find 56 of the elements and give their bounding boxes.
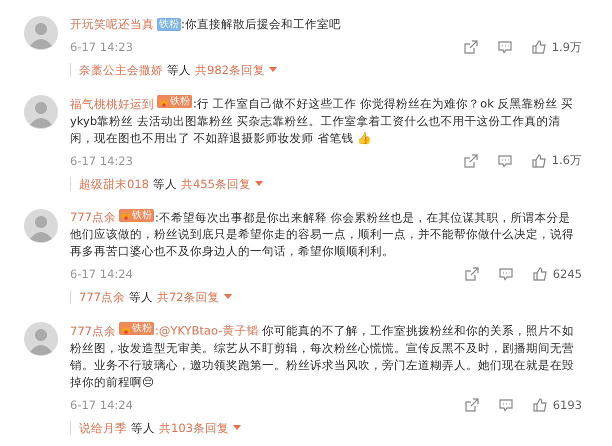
avatar[interactable] (24, 95, 58, 129)
comment-icon[interactable] (498, 266, 514, 282)
share-icon[interactable] (462, 152, 479, 168)
share-icon[interactable] (464, 266, 480, 282)
avatar[interactable] (24, 16, 58, 50)
fan-badge[interactable]: 铁粉 (157, 18, 181, 31)
share-icon[interactable] (462, 39, 479, 55)
caret-down-icon[interactable] (268, 67, 277, 73)
reply-count-link[interactable]: 共455条回复 (180, 176, 251, 190)
like-count: 1.9万 (552, 40, 582, 54)
share-icon[interactable] (464, 396, 480, 412)
like-count: 6193 (552, 398, 582, 412)
thumbs-up-icon[interactable] (532, 266, 548, 282)
comment-icon[interactable] (496, 39, 513, 55)
comment-icon[interactable] (496, 152, 513, 168)
avatar[interactable] (24, 208, 58, 242)
comment-time: 6-17 14:24 (70, 267, 133, 281)
thumbs-up-icon[interactable] (530, 39, 547, 55)
username-link[interactable]: 福气桃桃好运到 (70, 96, 154, 110)
username-link[interactable]: 777点余 (70, 210, 116, 224)
comment-time: 6-17 14:23 (70, 154, 133, 168)
comment-text: 777点余 铁粉 :不希望每次出事都是你出来解释 你会累粉丝也是，在其位谋其职，所谓本分是他们应该做的，粉丝说到底只是希望你走的容易一点，顺利一点，并不能帮你做什么决定，说得再多再苦口婆心也不及你身边人的一句话，希望你顺顺利利。 (70, 208, 575, 260)
reply-others-text: 等人 (167, 63, 191, 77)
reply-others-text: 等人 (128, 290, 153, 304)
thumbs-up-icon[interactable] (530, 152, 547, 168)
fan-badge[interactable]: 铁粉 (118, 208, 154, 222)
caret-down-icon[interactable] (232, 424, 241, 430)
reply-others-text: 等人 (131, 420, 155, 434)
thumbs-up-icon[interactable] (532, 396, 548, 412)
mention-link[interactable]: :@YKYBtao-黄子韬 (154, 324, 258, 338)
reply-user-link[interactable]: 777点余 (79, 290, 125, 304)
username-link[interactable]: 开玩笑呢还当真 (70, 17, 154, 31)
fan-badge[interactable]: 铁粉 (118, 322, 154, 335)
like-count: 1.6万 (552, 153, 582, 168)
comment-text: 福气桃桃好运到 铁粉 :行 工作室自己做不好这些工作 你觉得粉丝在为难你？ok 反黑靠粉丝 买ykyb靠粉丝 去活动出图靠粉丝 买杂志靠粉丝。工作室拿着工资什么也不用干这份工作真的清闲，现在图也不用出了 不如辞退摄影师妆发师 省笔钱 👍 (70, 95, 574, 146)
caret-down-icon[interactable] (224, 294, 232, 300)
reply-user-link[interactable]: 奈藁公主会撒娇 (79, 63, 163, 77)
crown-icon (120, 210, 131, 220)
reply-user-link[interactable]: 说给月季 (79, 420, 127, 434)
like-count: 6245 (552, 267, 582, 281)
comment-text: 开玩笑呢还当真 铁粉 :你直接解散后援会和工作室吧 (70, 16, 342, 33)
caret-down-icon[interactable] (254, 180, 263, 186)
fan-badge[interactable]: 铁粉 (157, 95, 192, 108)
reply-others-text: 等人 (152, 176, 177, 190)
crown-icon (159, 96, 169, 106)
username-link[interactable]: 777点余 (70, 324, 116, 338)
comment-text: 777点余 铁粉 :@YKYBtao-黄子韬 你可能真的不了解，工作室挑拨粉丝和你的关系，照片不如粉丝图，妆发造型无审美。综艺从不盯剪辑，每次粉丝心慌慌。宣传反黑不及时，剧播期间无营销。业务不行玻璃心，邀功领奖跑第一。粉丝诉求当风吹，旁门左道糊弄人。她们现在就是在毁掉你的前程啊😔 (70, 322, 576, 390)
crown-icon (120, 324, 131, 334)
comment-time: 6-17 14:23 (70, 40, 133, 54)
reply-count-link[interactable]: 共103条回复 (159, 420, 229, 434)
comment-time: 6-17 14:24 (70, 398, 133, 412)
avatar[interactable] (24, 322, 58, 356)
comment-icon[interactable] (498, 396, 514, 412)
reply-count-link[interactable]: 共72条回复 (156, 290, 220, 304)
reply-user-link[interactable]: 超级甜末018 (79, 176, 149, 190)
reply-count-link[interactable]: 共982条回复 (195, 63, 265, 77)
